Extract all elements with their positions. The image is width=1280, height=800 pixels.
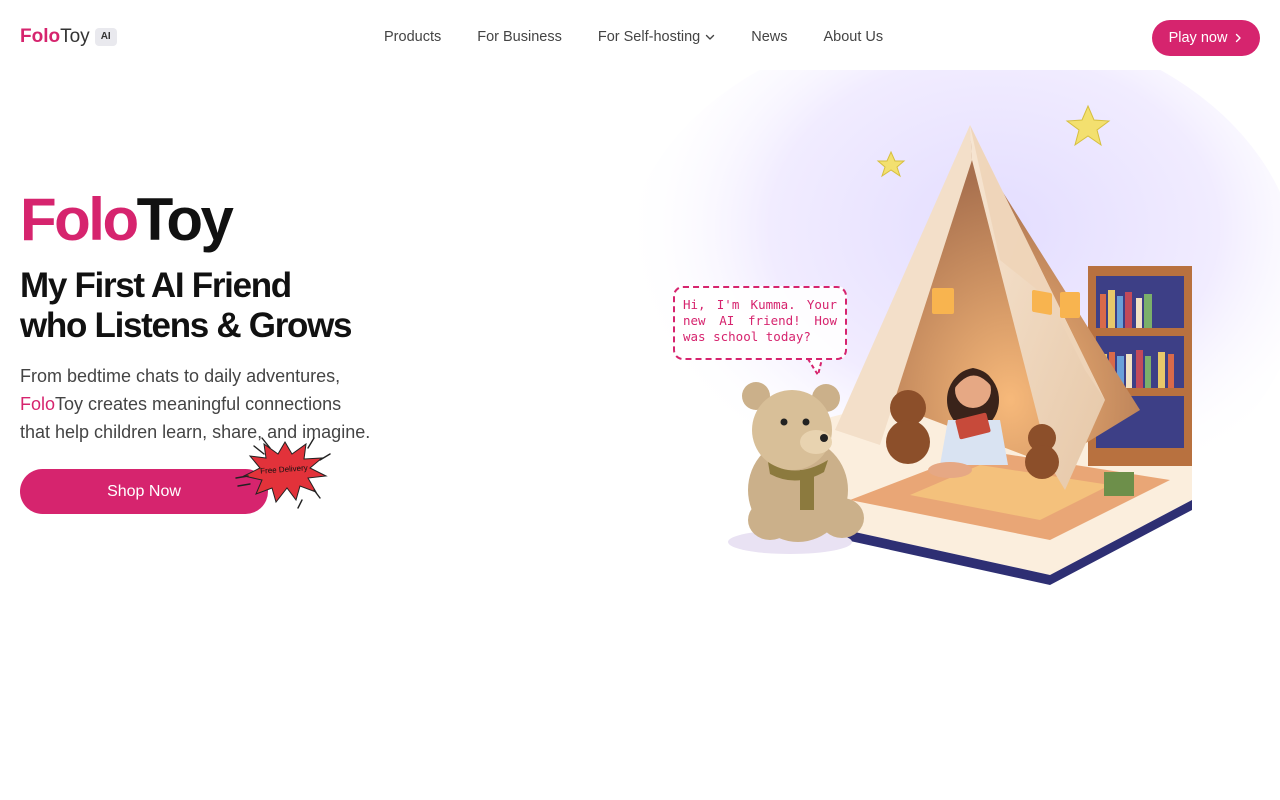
tagline-line1: My First AI Friend: [20, 266, 292, 305]
tent-window-2: [932, 288, 954, 314]
small-teddy-bear: [886, 390, 930, 464]
hero-brand-part1: Folo: [20, 186, 139, 253]
logo[interactable]: Folo Toy AI: [20, 26, 117, 48]
nav-for-self-hosting[interactable]: For Self-hosting: [598, 29, 715, 45]
desc-line1: From bedtime chats to daily adventures,: [20, 366, 341, 386]
hero-brand: FoloToy: [20, 186, 234, 254]
logo-part1: Folo: [20, 26, 61, 47]
nav-products-label: Products: [384, 29, 442, 45]
shop-now-label: Shop Now: [107, 482, 181, 500]
nav-news[interactable]: News: [751, 29, 787, 45]
nav-about-us[interactable]: About Us: [823, 29, 883, 45]
tent-window-3: [1060, 292, 1080, 318]
toy-block: [1104, 472, 1134, 496]
main-nav: Products For Business For Self-hosting N…: [384, 29, 883, 45]
play-now-button[interactable]: Play now: [1152, 20, 1260, 56]
speech-bubble: Hi, I'm Kumma. Your new AI friend! How w…: [673, 286, 847, 360]
desc-brand1: Folo: [20, 394, 56, 414]
small-teddy-bear-2: [1025, 424, 1059, 479]
hero-description: From bedtime chats to daily adventures, …: [20, 362, 420, 446]
play-now-label: Play now: [1168, 30, 1228, 46]
hero-brand-part2: Toy: [136, 186, 234, 253]
desc-brand2: Toy: [55, 394, 84, 414]
nav-about-us-label: About Us: [823, 29, 884, 45]
hero-tagline: My First AI Friend who Listens & Grows: [20, 266, 352, 346]
chevron-down-icon: [706, 34, 715, 40]
desc-line2: creates meaningful connections: [83, 394, 342, 414]
chevron-right-icon: [1236, 33, 1242, 43]
tent-window-1: [1032, 290, 1052, 315]
nav-for-business[interactable]: For Business: [477, 29, 562, 45]
nav-for-business-label: For Business: [477, 29, 562, 45]
tagline-line2: who Listens & Grows: [20, 306, 352, 345]
nav-news-label: News: [751, 29, 788, 45]
nav-for-self-hosting-label: For Self-hosting: [597, 29, 701, 45]
site-header: Folo Toy AI Products For Business For Se…: [0, 0, 1280, 76]
logo-part2: Toy: [60, 26, 90, 47]
nav-products[interactable]: Products: [384, 29, 441, 45]
logo-ai-badge: AI: [94, 28, 117, 46]
